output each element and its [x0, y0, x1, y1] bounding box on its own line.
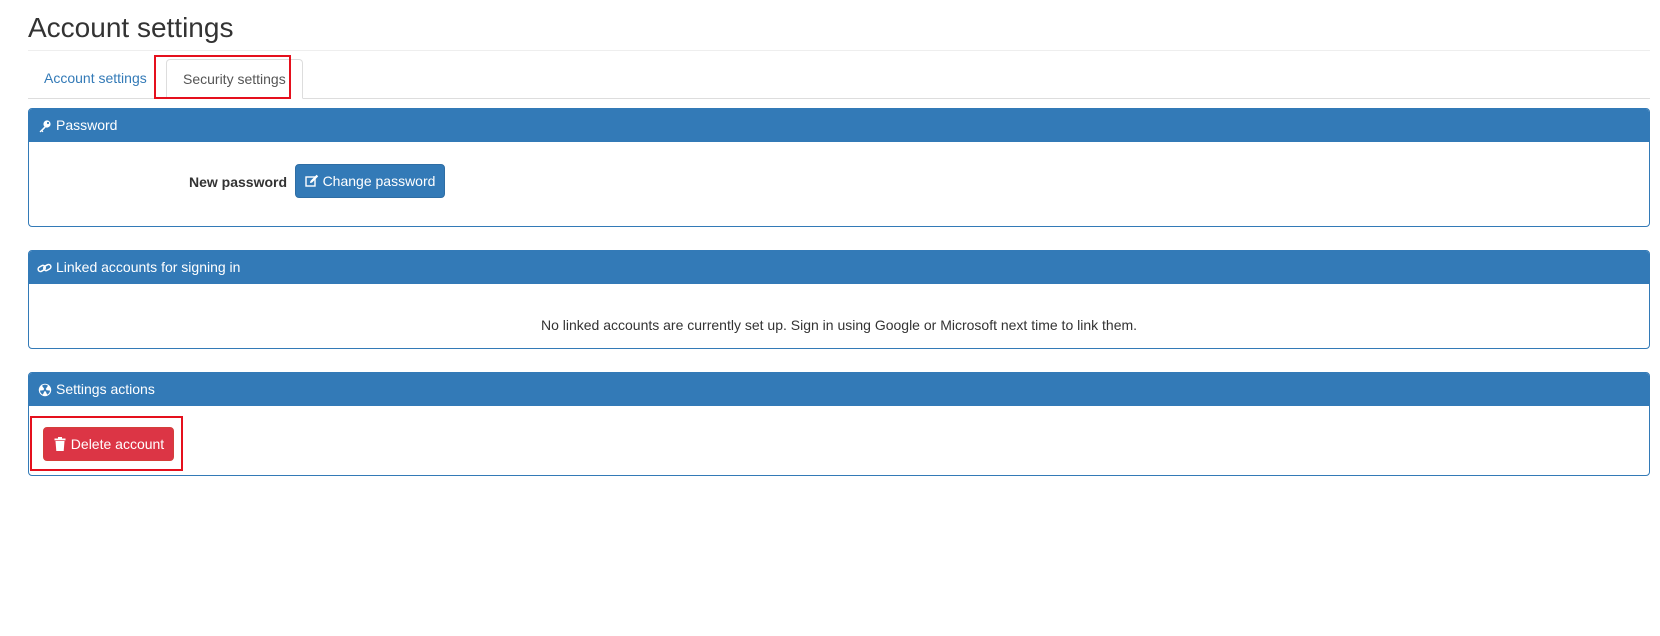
- linked-accounts-panel-title: Linked accounts for signing in: [56, 259, 241, 275]
- title-divider: [28, 50, 1650, 51]
- hazard-icon: [37, 382, 52, 397]
- linked-accounts-panel-body: No linked accounts are currently set up.…: [29, 284, 1649, 348]
- key-icon: [37, 118, 52, 133]
- delete-account-label: Delete account: [70, 436, 165, 452]
- settings-actions-panel-heading: Settings actions: [29, 373, 1649, 406]
- password-panel-body: New password Change password: [29, 142, 1649, 226]
- password-panel-title: Password: [56, 117, 118, 133]
- tab-security-settings[interactable]: Security settings: [166, 59, 303, 99]
- no-linked-accounts-message: No linked accounts are currently set up.…: [540, 317, 1138, 333]
- settings-actions-panel-title: Settings actions: [56, 381, 155, 397]
- settings-tabs: Account settings Security settings: [28, 59, 1650, 99]
- trash-icon: [53, 437, 67, 451]
- change-password-label: Change password: [322, 173, 436, 189]
- page-title: Account settings: [28, 12, 234, 43]
- new-password-label: New password: [189, 174, 288, 190]
- linked-accounts-panel: Linked accounts for signing in No linked…: [28, 250, 1650, 349]
- delete-account-button[interactable]: Delete account: [43, 427, 174, 461]
- edit-icon: [304, 174, 319, 188]
- link-icon: [37, 260, 52, 275]
- password-panel: Password New password Change password: [28, 108, 1650, 227]
- account-settings-page: Account settings Account settings Securi…: [0, 0, 1660, 636]
- linked-accounts-panel-heading: Linked accounts for signing in: [29, 251, 1649, 284]
- change-password-button[interactable]: Change password: [295, 164, 445, 198]
- tab-account-settings[interactable]: Account settings: [28, 59, 163, 98]
- settings-actions-panel-body: Delete account: [29, 406, 1649, 475]
- password-panel-heading: Password: [29, 109, 1649, 142]
- settings-actions-panel: Settings actions Delete account: [28, 372, 1650, 476]
